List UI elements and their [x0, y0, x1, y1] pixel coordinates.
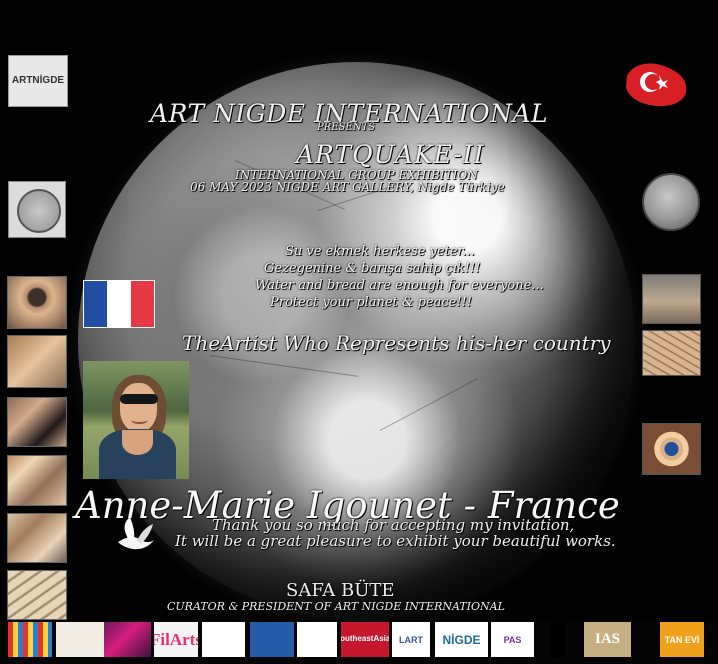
sponsor-logo-tan-evi: TAN EVİ [660, 622, 704, 657]
france-flag-blue-band [84, 281, 108, 327]
exhibition-poster: ARTNİGDE ART NIGDE INTERNATIONAL PRESENT… [0, 0, 718, 664]
side-image-6 [7, 570, 67, 620]
artist-represents-text: TheArtist Who Represents his-her country [182, 331, 611, 355]
right-image-1 [642, 274, 701, 324]
turkey-flag-icon [626, 63, 687, 107]
sponsor-logo-filarts: FilArts [154, 622, 198, 657]
ancient-coin-icon [642, 173, 700, 231]
france-flag-white-band [107, 281, 131, 327]
poem-line-2: Gezegenine & barışa sahip çık!!! [264, 261, 481, 276]
france-flag-icon [83, 280, 155, 328]
sponsor-logo-nigde: NİGDE [435, 622, 488, 657]
side-image-1 [7, 276, 67, 329]
dove-icon [118, 517, 154, 550]
presents-label: PRESENTS [317, 122, 375, 133]
poem-line-1: Su ve ekmek herkese yeter... [285, 244, 475, 259]
sponsor-logo-lart: LART [392, 622, 430, 657]
art-nigde-logo: ARTNİGDE [8, 55, 68, 107]
poem-line-3: Water and bread are enough for everyone.… [255, 278, 544, 293]
portrait-face [120, 383, 157, 432]
event-date-location: 06 MAY 2023 NIGDE ART GALLERY, Nigde Tür… [190, 180, 505, 194]
sponsor-logo-5 [202, 622, 245, 657]
sponsor-logo-2 [56, 622, 105, 657]
artist-portrait [83, 361, 189, 479]
poem-line-4: Protect your planet & peace!!! [270, 295, 473, 310]
right-image-3 [642, 423, 701, 475]
sponsor-logo-3 [104, 622, 151, 657]
sponsor-logo-12 [551, 622, 565, 657]
event-title: ARTQUAKE-II [296, 140, 485, 169]
sponsor-logo-southeast-asian: SoutheastAsian [341, 622, 389, 657]
thank-you-line-2: It will be a great pleasure to exhibit y… [175, 532, 616, 550]
sponsor-logo-6 [250, 622, 294, 657]
portrait-smile [131, 416, 148, 424]
france-flag-red-band [130, 281, 154, 327]
side-image-5 [7, 513, 67, 563]
curator-name: SAFA BÜTE [286, 580, 395, 601]
faded-header-text [190, 28, 520, 50]
right-image-2 [642, 330, 701, 376]
sponsor-logo-pas: PAS [491, 622, 534, 657]
side-image-4 [7, 455, 67, 506]
sponsor-logo-ias: IAS [584, 622, 631, 657]
portrait-sunglasses [120, 394, 158, 404]
sponsor-logo-7 [297, 622, 337, 657]
side-image-2 [7, 335, 67, 388]
portrait-neckline [122, 430, 153, 455]
curator-title: CURATOR & PRESIDENT OF ART NIGDE INTERNA… [167, 600, 505, 613]
side-image-3 [7, 397, 67, 447]
ancient-coin-icon [8, 181, 66, 238]
sponsor-logo-1 [8, 622, 52, 657]
art-nigde-logo-text: ARTNİGDE [11, 75, 65, 86]
